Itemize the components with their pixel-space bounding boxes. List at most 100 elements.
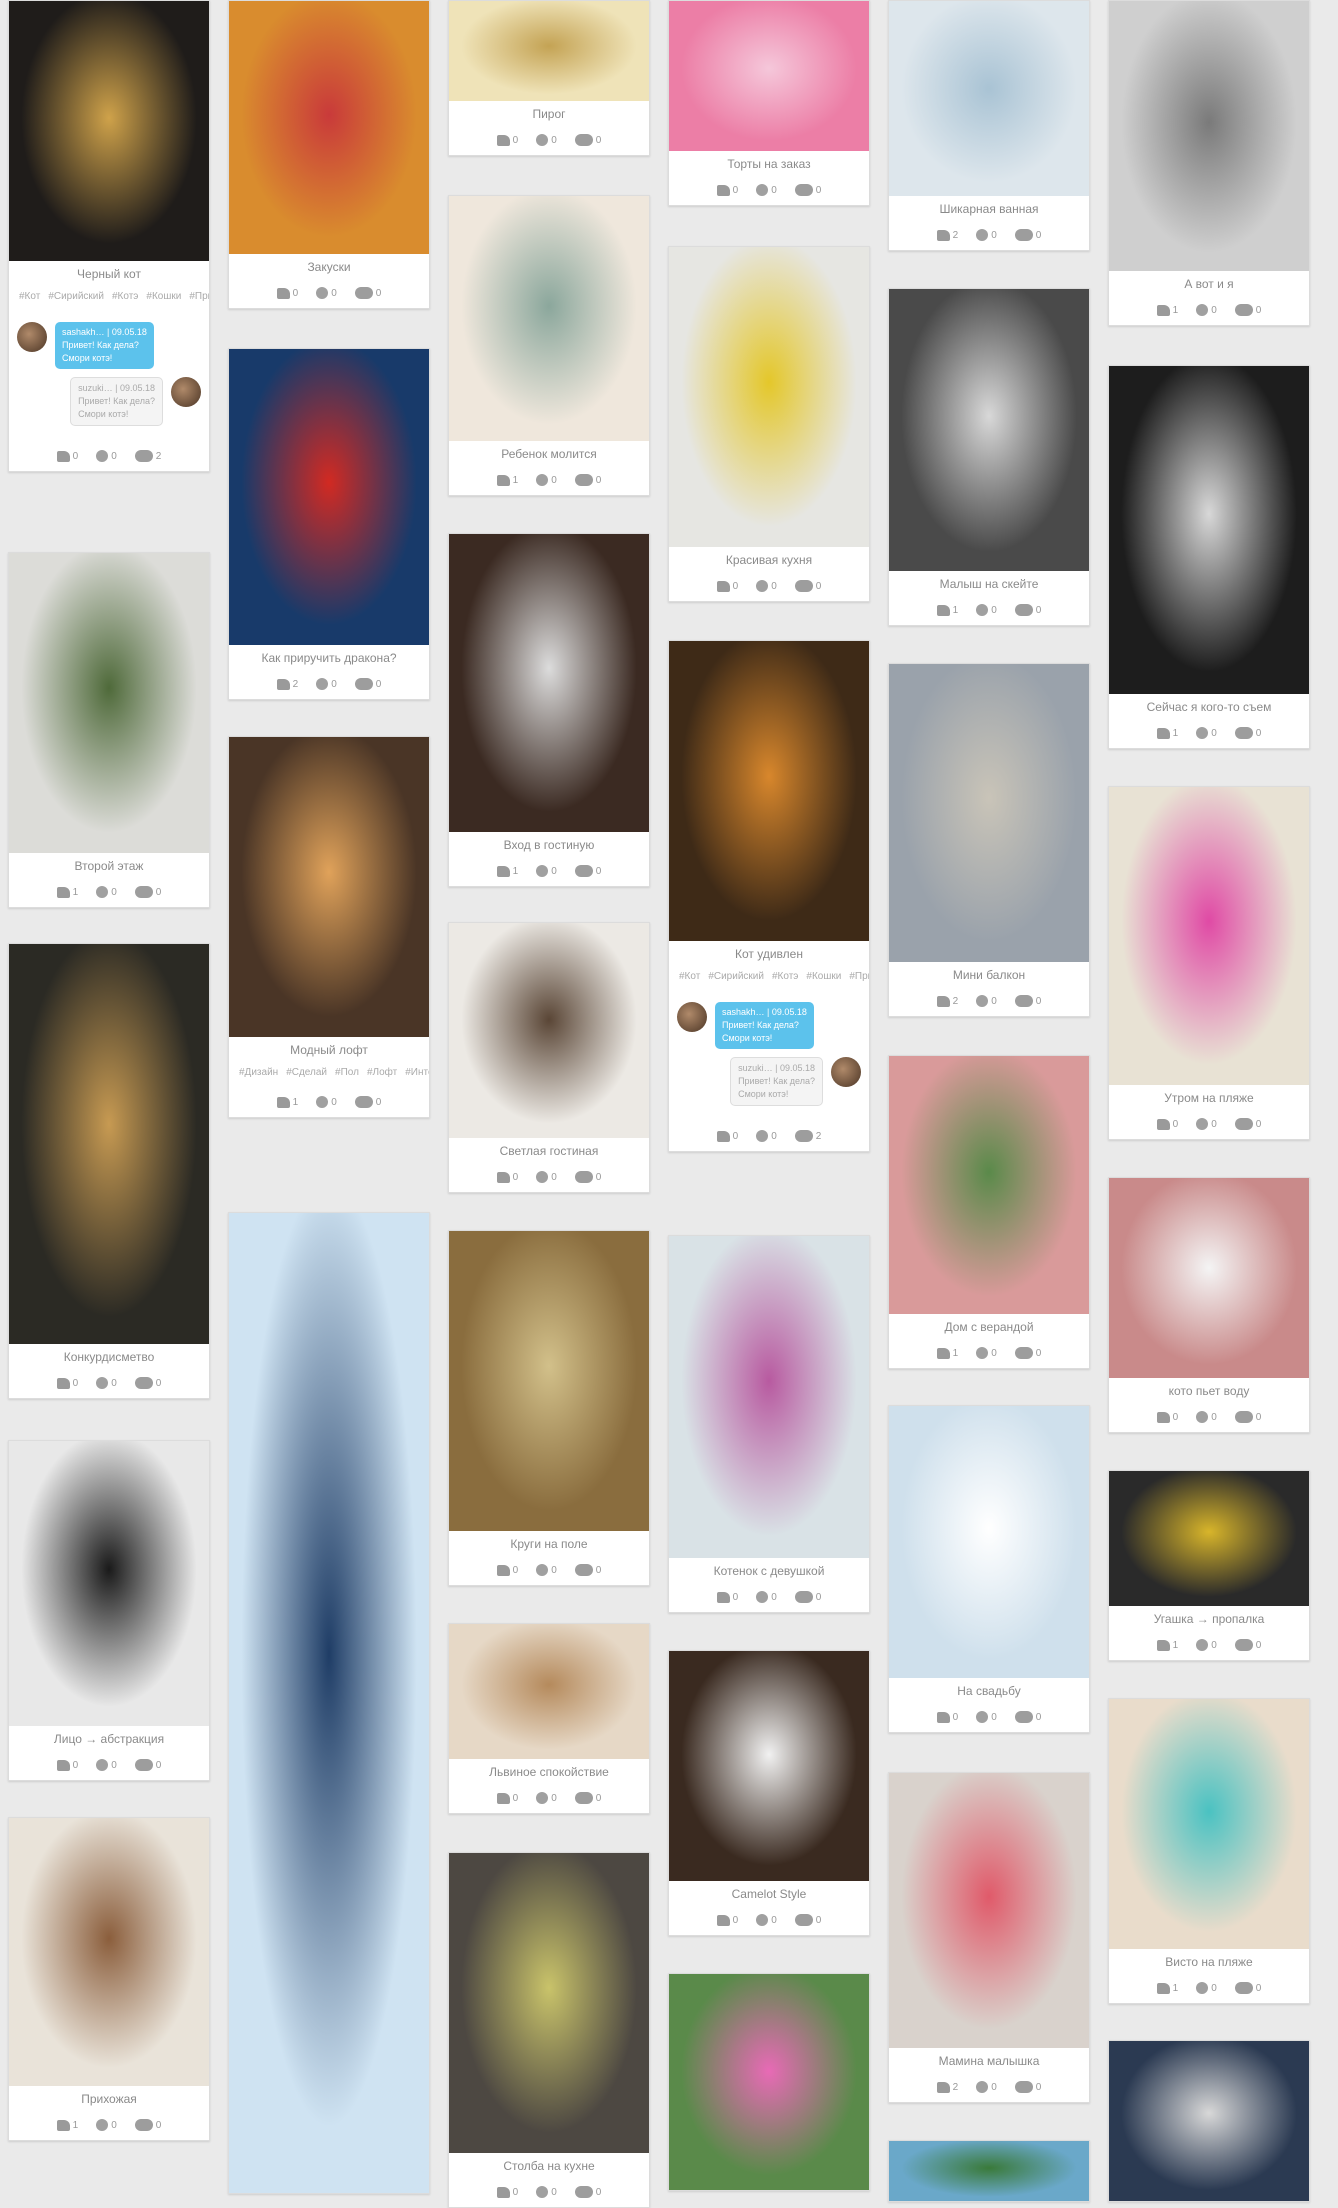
comment-button[interactable]: 0 — [1234, 1639, 1261, 1651]
pin-image[interactable] — [229, 737, 429, 1037]
pin-image[interactable] — [449, 1231, 649, 1531]
pin-tag[interactable]: #Кот — [679, 971, 700, 982]
pin-image[interactable] — [669, 1974, 869, 2190]
like-button[interactable]: 0 — [496, 1564, 518, 1576]
pin-image[interactable] — [229, 349, 429, 645]
pin-image[interactable] — [229, 1213, 429, 2193]
repin-button[interactable]: 0 — [976, 1711, 997, 1723]
pin-card[interactable]: Торты на заказ 0 0 0 — [668, 0, 870, 206]
like-button[interactable]: 1 — [56, 2119, 78, 2131]
pin-tag[interactable]: #Пол — [335, 1067, 359, 1078]
comment-button[interactable]: 0 — [574, 134, 601, 146]
comment-button[interactable]: 0 — [1014, 229, 1041, 241]
like-button[interactable]: 1 — [496, 474, 518, 486]
pin-card[interactable]: Светлая гостиная 0 0 0 — [448, 922, 650, 1193]
repin-button[interactable]: 0 — [756, 184, 777, 196]
pin-image[interactable] — [889, 1773, 1089, 2048]
comment-button[interactable]: 0 — [134, 1759, 161, 1771]
avatar[interactable] — [17, 322, 47, 352]
pin-image[interactable] — [1109, 1, 1309, 271]
comment-button[interactable]: 0 — [1234, 304, 1261, 316]
like-button[interactable]: 0 — [716, 1130, 738, 1142]
pin-card[interactable]: Сейчас я кого-то съем 1 0 0 — [1108, 365, 1310, 749]
repin-button[interactable]: 0 — [1196, 1118, 1217, 1130]
repin-button[interactable]: 0 — [756, 1914, 777, 1926]
pin-tag[interactable]: #Интерьер — [405, 1067, 429, 1078]
like-button[interactable]: 1 — [276, 1096, 298, 1108]
repin-button[interactable]: 0 — [536, 2186, 557, 2198]
pin-card[interactable]: А вот и я 1 0 0 — [1108, 0, 1310, 326]
pin-card[interactable]: Черный кот #Кот #Сирийский #Котэ #Кошки #Прик… — [8, 0, 210, 472]
repin-button[interactable]: 0 — [1196, 1982, 1217, 1994]
pin-tag[interactable]: #Котэ — [112, 291, 138, 302]
comment-button[interactable]: 0 — [1014, 604, 1041, 616]
pin-image[interactable] — [229, 1, 429, 254]
pin-card[interactable] — [888, 2140, 1090, 2202]
like-button[interactable]: 1 — [496, 865, 518, 877]
comment-button[interactable]: 0 — [574, 1792, 601, 1804]
comment-button[interactable]: 0 — [1234, 727, 1261, 739]
like-button[interactable]: 0 — [496, 1792, 518, 1804]
comment-button[interactable]: 2 — [134, 450, 161, 462]
pin-card[interactable]: Конкурдисметво 0 0 0 — [8, 943, 210, 1399]
comment-button[interactable]: 0 — [354, 287, 381, 299]
like-button[interactable]: 0 — [1156, 1118, 1178, 1130]
pin-image[interactable] — [1109, 787, 1309, 1085]
comment-button[interactable]: 0 — [794, 184, 821, 196]
comment-button[interactable]: 0 — [1014, 2081, 1041, 2093]
pin-image[interactable] — [889, 1, 1089, 196]
pin-card[interactable]: Висто на пляже 1 0 0 — [1108, 1698, 1310, 2004]
like-button[interactable]: 0 — [496, 134, 518, 146]
pin-image[interactable] — [1109, 1178, 1309, 1378]
pin-card[interactable]: Закуски 0 0 0 — [228, 0, 430, 309]
comment-button[interactable]: 0 — [574, 1564, 601, 1576]
like-button[interactable]: 1 — [936, 1347, 958, 1359]
comment-button[interactable]: 0 — [574, 2186, 601, 2198]
pin-image[interactable] — [669, 1, 869, 151]
pin-tag[interactable]: #Сделай — [286, 1067, 327, 1078]
pin-image[interactable] — [9, 553, 209, 853]
comment-button[interactable]: 0 — [134, 886, 161, 898]
comment-button[interactable]: 0 — [134, 2119, 161, 2131]
pin-card[interactable]: Второй этаж 1 0 0 — [8, 552, 210, 908]
repin-button[interactable]: 0 — [316, 1096, 337, 1108]
like-button[interactable]: 1 — [1156, 304, 1178, 316]
comment-button[interactable]: 0 — [574, 474, 601, 486]
pin-tag[interactable]: #Котэ — [772, 971, 798, 982]
pin-card[interactable]: кото пьет воду 0 0 0 — [1108, 1177, 1310, 1433]
pin-tag[interactable]: #Лофт — [367, 1067, 397, 1078]
pin-card[interactable]: Ребенок молится 1 0 0 — [448, 195, 650, 496]
comment-button[interactable]: 0 — [1014, 995, 1041, 1007]
pin-tag[interactable]: #Сирийский — [708, 971, 764, 982]
pin-card[interactable]: Круги на поле 0 0 0 — [448, 1230, 650, 1586]
pin-card[interactable]: Столба на кухне 0 0 0 — [448, 1852, 650, 2208]
pin-tag[interactable]: #Прикольное — [849, 971, 869, 982]
repin-button[interactable]: 0 — [976, 995, 997, 1007]
repin-button[interactable]: 0 — [1196, 1639, 1217, 1651]
like-button[interactable]: 2 — [936, 229, 958, 241]
comment-button[interactable]: 0 — [354, 678, 381, 690]
pin-image[interactable] — [449, 534, 649, 832]
pin-image[interactable] — [669, 1236, 869, 1558]
like-button[interactable]: 0 — [56, 1377, 78, 1389]
pin-card[interactable] — [228, 1212, 430, 2194]
repin-button[interactable]: 0 — [976, 2081, 997, 2093]
pin-image[interactable] — [889, 1056, 1089, 1314]
avatar[interactable] — [831, 1057, 861, 1087]
pin-image[interactable] — [889, 2141, 1089, 2201]
repin-button[interactable]: 0 — [1196, 727, 1217, 739]
like-button[interactable]: 2 — [936, 995, 958, 1007]
pin-image[interactable] — [449, 1, 649, 101]
like-button[interactable]: 0 — [496, 2186, 518, 2198]
like-button[interactable]: 2 — [936, 2081, 958, 2093]
repin-button[interactable]: 0 — [536, 474, 557, 486]
pin-image[interactable] — [449, 1624, 649, 1759]
repin-button[interactable]: 0 — [96, 2119, 117, 2131]
comment-button[interactable]: 0 — [354, 1096, 381, 1108]
avatar[interactable] — [677, 1002, 707, 1032]
like-button[interactable]: 0 — [56, 450, 78, 462]
pin-image[interactable] — [889, 1406, 1089, 1678]
pin-card[interactable]: Утром на пляже 0 0 0 — [1108, 786, 1310, 1140]
pin-image[interactable] — [1109, 1471, 1309, 1606]
pin-card[interactable]: Шикарная ванная 2 0 0 — [888, 0, 1090, 251]
